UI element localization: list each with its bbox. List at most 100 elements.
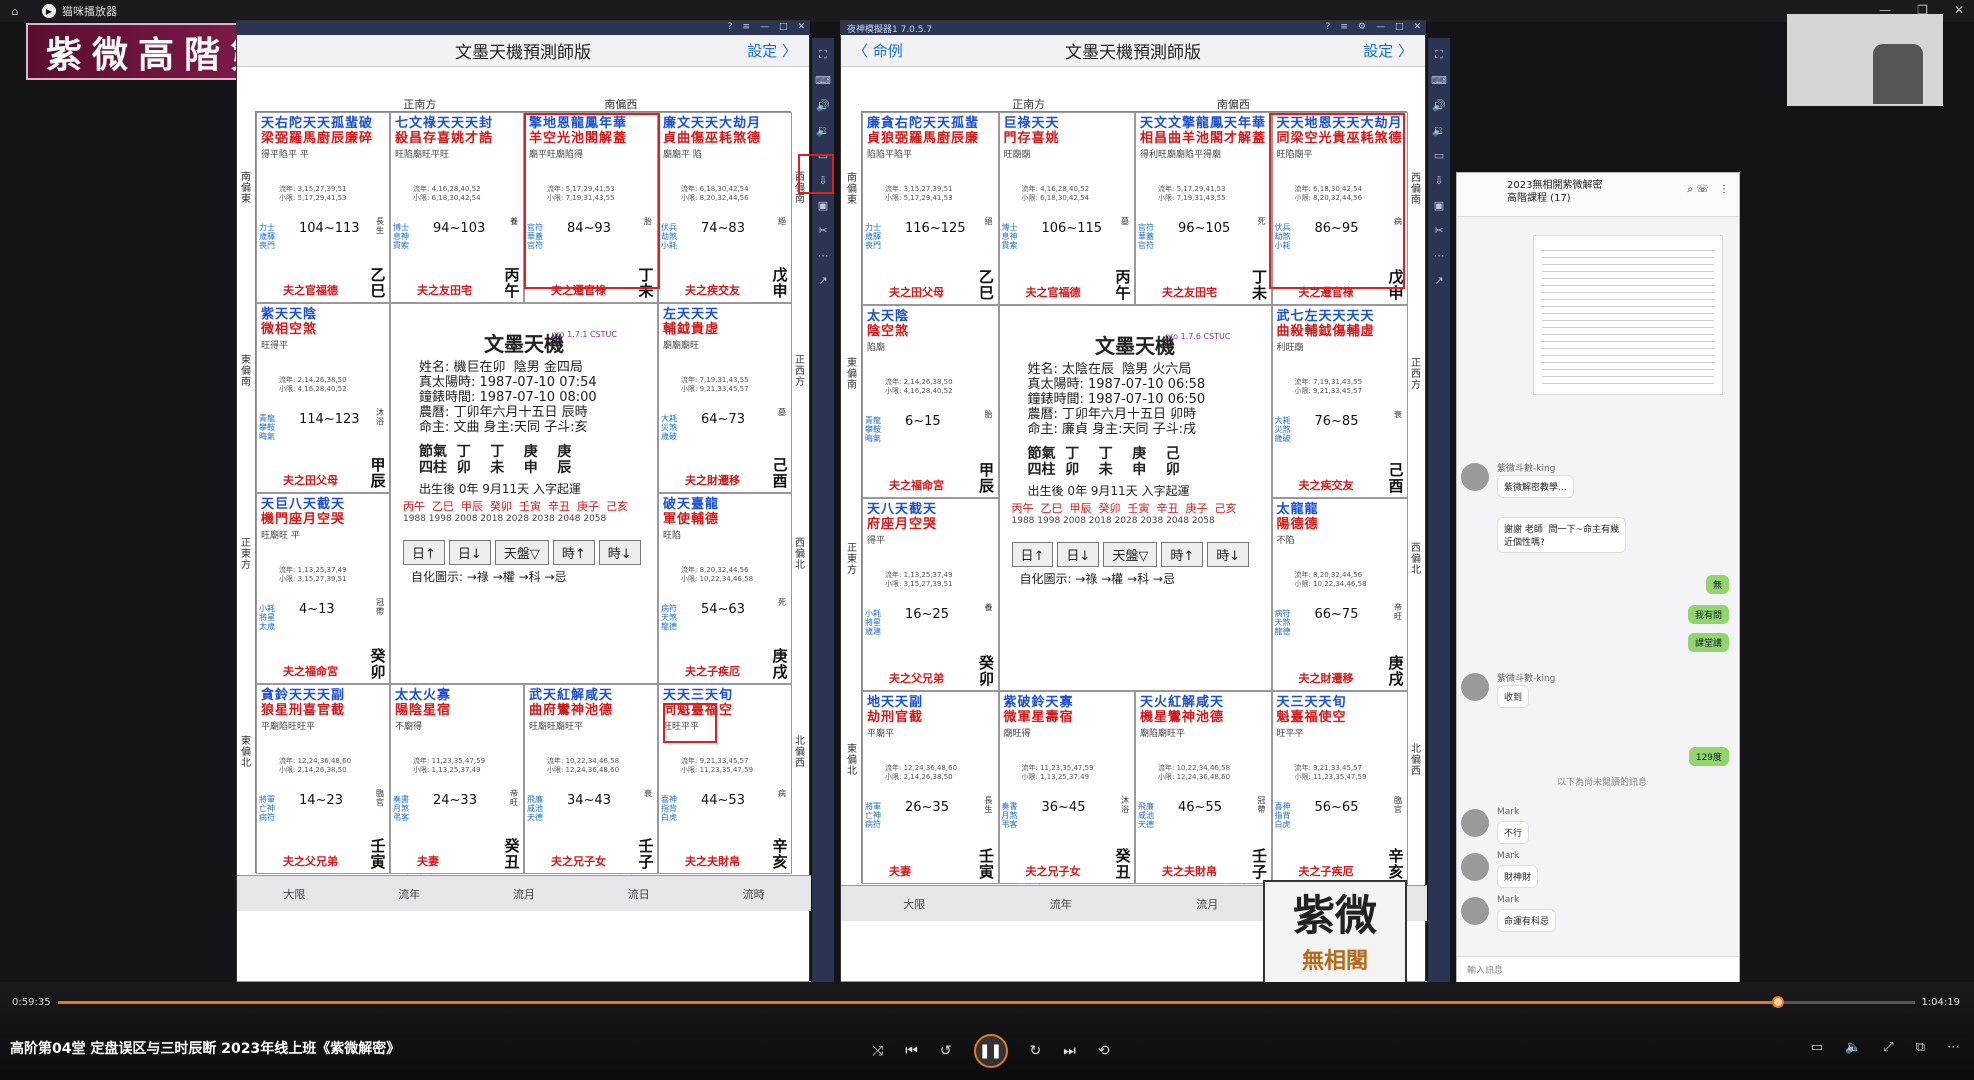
message-bubble[interactable]: 謝謝 老師 問一下~命主有幾 近個性嗎? [1497, 517, 1627, 553]
palace-name[interactable]: 夫之夫財帛 [1162, 863, 1217, 879]
subtitle-icon[interactable]: ▭ [1811, 1040, 1823, 1055]
folder-icon[interactable]: ▣ [818, 199, 828, 212]
time-adjust-button[interactable]: 日↓ [1057, 542, 1100, 567]
palace-name[interactable]: 夫之父兄弟 [889, 670, 944, 686]
message-bubble[interactable]: 我有問 [1687, 605, 1729, 624]
message-bubble[interactable]: 不行 [1497, 821, 1530, 844]
period-button[interactable]: 大限 [283, 886, 305, 902]
next-icon[interactable]: ⏭ [1063, 1043, 1076, 1059]
minimize-icon[interactable]: — [760, 22, 769, 32]
period-button[interactable]: 大限 [903, 896, 925, 912]
palace-name[interactable]: 夫妻 [417, 853, 439, 869]
palace-name[interactable]: 夫之田父母 [889, 284, 944, 300]
avatar[interactable] [1461, 463, 1489, 491]
rewind-icon[interactable]: ↺ [940, 1043, 952, 1059]
minimize-icon[interactable]: — [1376, 22, 1385, 32]
message-bubble[interactable]: 無 [1705, 575, 1729, 594]
time-adjust-button[interactable]: 時↑ [1161, 542, 1204, 567]
palace-name[interactable]: 夫之子疾厄 [685, 663, 740, 679]
seek-bar[interactable] [58, 996, 1915, 1008]
period-button[interactable]: 流時 [743, 886, 765, 902]
time-adjust-button[interactable]: 日↓ [448, 539, 491, 565]
screen-icon[interactable]: ▭ [1434, 149, 1444, 162]
message-bubble[interactable]: 紫微解密教學... [1497, 475, 1574, 498]
palace-name[interactable]: 夫之子疾厄 [1299, 863, 1354, 879]
palace-name[interactable]: 夫之兄子女 [551, 853, 606, 869]
palace-name[interactable]: 夫之兄子女 [1026, 863, 1081, 879]
palace-name[interactable]: 夫之福命宮 [283, 663, 338, 679]
message-bubble[interactable]: 財神財 [1497, 865, 1539, 888]
message-bubble[interactable]: 129度 [1688, 747, 1729, 766]
menu-icon[interactable]: ≡ [742, 22, 750, 32]
share-icon[interactable]: ↗ [818, 274, 827, 287]
volume-down-icon[interactable]: 🔉 [1432, 124, 1446, 137]
shared-image[interactable] [1533, 235, 1723, 395]
scissors-icon[interactable]: ✂ [818, 224, 827, 237]
volume-down-icon[interactable]: 🔉 [816, 124, 830, 137]
more-icon[interactable]: ⋯ [818, 249, 829, 262]
period-button[interactable]: 流月 [513, 886, 535, 902]
keyboard-icon[interactable]: ⌨ [815, 74, 831, 87]
settings-button[interactable]: 設定 〉 [747, 40, 797, 61]
palace-name[interactable]: 夫之友田宅 [1162, 284, 1217, 300]
message-bubble[interactable]: 命運有科忌 [1497, 909, 1557, 932]
pause-button[interactable]: ❚❚ [973, 1034, 1008, 1068]
fullscreen-icon[interactable]: ⛶ [1435, 48, 1443, 62]
palace-name[interactable]: 夫之財遷移 [1299, 670, 1354, 686]
volume-up-icon[interactable]: 🔊 [1432, 99, 1446, 112]
time-adjust-button[interactable]: 時↑ [552, 539, 595, 565]
palace-name[interactable]: 夫之福命宮 [889, 477, 944, 493]
shuffle-icon[interactable]: ⤨ [872, 1043, 883, 1059]
more-icon[interactable]: ⋮ [1719, 183, 1729, 196]
time-adjust-button[interactable]: 天盤▽ [1103, 542, 1158, 567]
phone-icon[interactable]: ☏ [1696, 183, 1709, 196]
close-icon[interactable]: ✕ [1413, 22, 1421, 32]
folder-icon[interactable]: ▣ [1434, 199, 1444, 212]
avatar[interactable] [1461, 809, 1489, 837]
volume-icon[interactable]: 🔈 [1845, 1040, 1861, 1055]
help-icon[interactable]: ? [728, 22, 733, 32]
maximize-icon[interactable]: □ [779, 22, 788, 32]
time-adjust-button[interactable]: 日↑ [403, 539, 445, 565]
fullscreen-icon[interactable]: ⤢ [1883, 1040, 1893, 1055]
palace-name[interactable]: 夫之友田宅 [417, 282, 472, 298]
fullscreen-icon[interactable]: ⛶ [819, 48, 827, 62]
scissors-icon[interactable]: ✂ [1434, 224, 1443, 237]
palace-name[interactable]: 夫之官福德 [283, 282, 338, 298]
share-icon[interactable]: ↗ [1434, 274, 1443, 287]
help-icon[interactable]: ? [1326, 22, 1331, 32]
message-bubble[interactable]: 課堂講 [1687, 633, 1729, 652]
previous-icon[interactable]: ⏮ [905, 1043, 918, 1059]
search-icon[interactable]: ⌕ [1687, 183, 1693, 196]
period-button[interactable]: 流月 [1196, 896, 1218, 912]
palace-name[interactable]: 夫之田父母 [283, 472, 338, 488]
palace-name[interactable]: 夫之疾交友 [685, 282, 740, 298]
more-icon[interactable]: ⋯ [1947, 1040, 1960, 1055]
home-icon[interactable]: ⌂ [6, 5, 24, 18]
install-icon[interactable]: ⇩ [1434, 174, 1443, 187]
forward-icon[interactable]: ↻ [1030, 1043, 1042, 1059]
close-icon[interactable]: ✕ [797, 22, 805, 32]
more-icon[interactable]: ⋯ [1434, 249, 1445, 262]
volume-up-icon[interactable]: 🔊 [816, 99, 830, 112]
avatar[interactable] [1461, 853, 1489, 881]
message-bubble[interactable]: 收到 [1497, 685, 1530, 708]
palace-name[interactable]: 夫之疾交友 [1299, 477, 1354, 493]
time-adjust-button[interactable]: 時↓ [598, 539, 641, 565]
period-button[interactable]: 流日 [628, 886, 650, 902]
keyboard-icon[interactable]: ⌨ [1431, 74, 1447, 87]
time-adjust-button[interactable]: 天盤▽ [494, 539, 549, 565]
settings-button[interactable]: 設定 〉 [1363, 40, 1413, 61]
loop-icon[interactable]: ⟲ [1098, 1043, 1110, 1059]
back-button[interactable]: 〈 命例 [853, 40, 903, 61]
close-icon[interactable]: ✕ [1954, 3, 1964, 17]
time-adjust-button[interactable]: 日↑ [1011, 542, 1054, 567]
maximize-icon[interactable]: □ [1395, 22, 1404, 32]
chat-input[interactable]: 輸入訊息 [1467, 963, 1503, 976]
palace-name[interactable]: 夫之財遷移 [685, 472, 740, 488]
palace-name[interactable]: 夫之官福德 [1026, 284, 1081, 300]
settings-gear-icon[interactable]: ⚙ [1358, 22, 1366, 32]
period-button[interactable]: 流年 [1050, 896, 1072, 912]
period-button[interactable]: 流年 [398, 886, 420, 902]
palace-name[interactable]: 夫妻 [889, 863, 911, 879]
